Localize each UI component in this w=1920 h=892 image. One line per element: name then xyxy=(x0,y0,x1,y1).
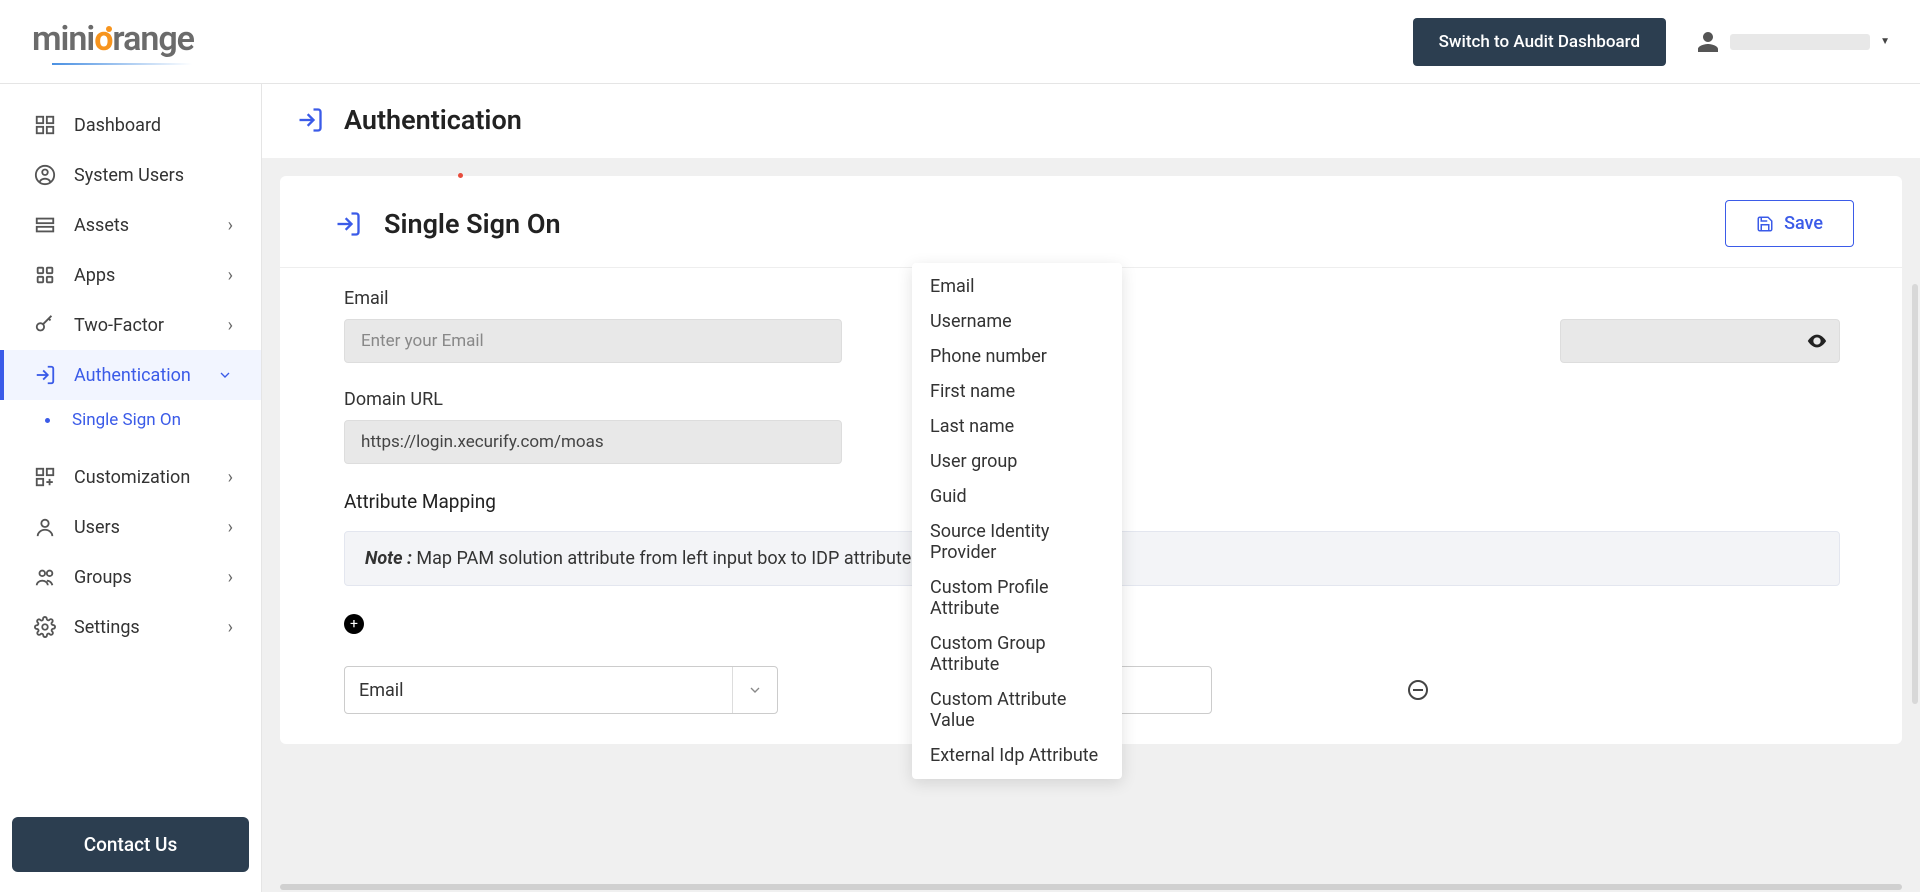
page-title: Authentication xyxy=(344,104,522,136)
chevron-right-icon: › xyxy=(228,617,233,638)
email-input[interactable] xyxy=(344,319,842,363)
sidebar-item-users[interactable]: Users › xyxy=(0,502,261,552)
dropdown-option[interactable]: First name xyxy=(912,374,1122,409)
indicator-dot xyxy=(458,173,463,178)
dashboard-icon xyxy=(34,114,56,136)
sidebar-item-apps[interactable]: Apps › xyxy=(0,250,261,300)
contact-us-button[interactable]: Contact Us xyxy=(12,817,249,872)
customize-icon xyxy=(34,466,56,488)
dropdown-option[interactable]: Source Identity Provider xyxy=(912,514,1122,570)
save-button[interactable]: Save xyxy=(1725,200,1854,247)
assets-icon xyxy=(34,214,56,236)
apps-icon xyxy=(34,264,56,286)
sidebar-item-groups[interactable]: Groups › xyxy=(0,552,261,602)
remove-mapping-button[interactable] xyxy=(1408,680,1428,700)
user-icon xyxy=(34,516,56,538)
sidebar-subitem-sso[interactable]: Single Sign On xyxy=(0,400,261,440)
dropdown-option[interactable]: Email xyxy=(912,269,1122,304)
select-value: Email xyxy=(345,680,732,701)
chevron-right-icon: › xyxy=(228,567,233,588)
gear-icon xyxy=(34,616,56,638)
page-title-bar: Authentication xyxy=(262,84,1920,158)
sidebar-item-customization[interactable]: Customization › xyxy=(0,452,261,502)
attribute-dropdown-menu: Email Username Phone number First name L… xyxy=(912,263,1122,779)
sidebar-item-authentication[interactable]: Authentication xyxy=(0,350,261,400)
bullet-icon xyxy=(45,418,50,423)
dropdown-option[interactable]: Guid xyxy=(912,479,1122,514)
sidebar-item-label: Dashboard xyxy=(74,115,161,136)
sidebar: Dashboard System Users Assets › Apps › T… xyxy=(0,84,262,892)
login-icon xyxy=(296,106,324,134)
sidebar-item-label: System Users xyxy=(74,165,184,186)
sidebar-item-label: Users xyxy=(74,517,120,538)
header: miniorange Switch to Audit Dashboard ▼ xyxy=(0,0,1920,84)
horizontal-scrollbar[interactable] xyxy=(280,884,1902,890)
note-label: Note : xyxy=(365,548,412,569)
save-icon xyxy=(1756,215,1774,233)
dropdown-option[interactable]: Custom Attribute Value xyxy=(912,682,1122,738)
login-icon xyxy=(334,210,362,238)
chevron-right-icon: › xyxy=(228,215,233,236)
dropdown-option[interactable]: Custom Profile Attribute xyxy=(912,570,1122,626)
email-label: Email xyxy=(344,288,842,309)
sidebar-item-two-factor[interactable]: Two-Factor › xyxy=(0,300,261,350)
sidebar-item-label: Settings xyxy=(74,617,140,638)
main-content: Authentication Single Sign On Save Email xyxy=(262,84,1920,892)
key-icon xyxy=(34,314,56,336)
person-icon xyxy=(1696,30,1720,54)
dropdown-option[interactable]: External Idp Attribute xyxy=(912,738,1122,773)
redacted-username xyxy=(1730,34,1870,50)
user-menu[interactable]: ▼ xyxy=(1696,30,1890,54)
pam-attribute-select[interactable]: Email xyxy=(344,666,778,714)
add-mapping-button[interactable]: + xyxy=(344,614,364,634)
sidebar-item-label: Apps xyxy=(74,265,115,286)
vertical-scrollbar[interactable] xyxy=(1912,284,1918,704)
eye-icon[interactable] xyxy=(1806,330,1828,352)
logo[interactable]: miniorange xyxy=(32,19,194,65)
api-key-input[interactable] xyxy=(1560,319,1840,363)
sidebar-item-dashboard[interactable]: Dashboard xyxy=(0,100,261,150)
chevron-right-icon: › xyxy=(228,265,233,286)
sidebar-item-label: Groups xyxy=(74,567,132,588)
chevron-right-icon: › xyxy=(228,517,233,538)
domain-url-label: Domain URL xyxy=(344,389,842,410)
card-title: Single Sign On xyxy=(384,208,561,240)
sidebar-item-label: Assets xyxy=(74,215,129,236)
sso-card: Single Sign On Save Email Username Phone… xyxy=(280,176,1902,744)
user-circle-icon xyxy=(34,164,56,186)
dropdown-option[interactable]: Username xyxy=(912,304,1122,339)
chevron-down-icon xyxy=(217,367,233,383)
login-icon xyxy=(34,364,56,386)
chevron-down-icon[interactable] xyxy=(733,682,777,698)
sidebar-item-label: Customization xyxy=(74,467,190,488)
caret-down-icon: ▼ xyxy=(1880,36,1890,47)
chevron-right-icon: › xyxy=(228,467,233,488)
switch-audit-button[interactable]: Switch to Audit Dashboard xyxy=(1413,18,1666,66)
dropdown-option[interactable]: Last name xyxy=(912,409,1122,444)
sidebar-item-assets[interactable]: Assets › xyxy=(0,200,261,250)
groups-icon xyxy=(34,566,56,588)
header-right: Switch to Audit Dashboard ▼ xyxy=(1413,18,1890,66)
dropdown-option[interactable]: Phone number xyxy=(912,339,1122,374)
sidebar-item-settings[interactable]: Settings › xyxy=(0,602,261,652)
sidebar-item-label: Authentication xyxy=(74,365,191,386)
domain-url-input[interactable] xyxy=(344,420,842,464)
sidebar-subitem-label: Single Sign On xyxy=(72,410,181,430)
chevron-right-icon: › xyxy=(228,315,233,336)
save-button-label: Save xyxy=(1784,213,1823,234)
dropdown-option[interactable]: User group xyxy=(912,444,1122,479)
dropdown-option[interactable]: Custom Group Attribute xyxy=(912,626,1122,682)
sidebar-item-system-users[interactable]: System Users xyxy=(0,150,261,200)
sidebar-item-label: Two-Factor xyxy=(74,315,164,336)
